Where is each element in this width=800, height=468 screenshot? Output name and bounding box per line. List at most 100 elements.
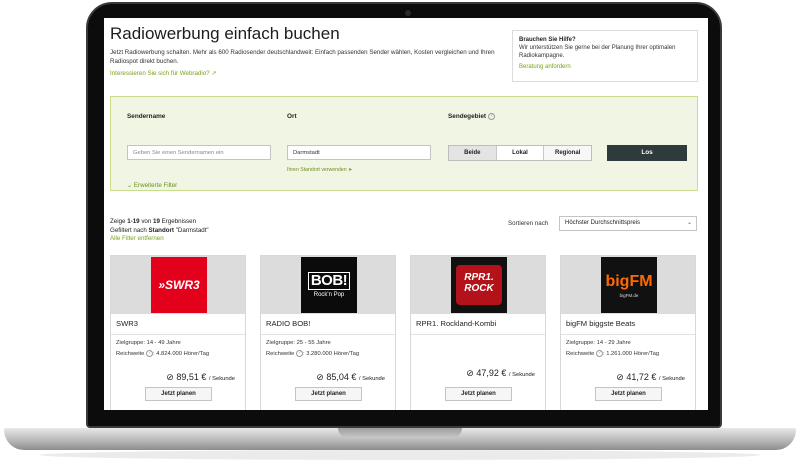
card-logo-area: RPR1. ROCK [411,256,545,314]
bigfm-logo-text: bigFM [605,272,653,290]
help-text: Wir unterstützen Sie gerne bei der Planu… [519,45,676,59]
ort-label: Ort [287,113,297,120]
help-title: Brauchen Sie Hilfe? [519,37,576,43]
plan-button[interactable]: Jetzt planen [295,387,362,401]
price-unit: / Sekunde [508,372,535,378]
price-value: 89,51 € [176,372,207,382]
price: ⊘ 41,72 € / Sekunde [616,372,685,383]
station-name: RPR1. Rockland-Kombi [416,319,497,328]
gebiet-segmented-control: Beide Lokal Regional [448,145,592,161]
card-logo-area: bigFM bigFM.de [561,256,695,314]
reach-label: Reichweite [266,351,295,357]
results-range: 1-19 [127,218,140,225]
gebiet-label-text: Sendegebiet [448,113,486,120]
results-info: Zeige 1-19 von 19 Ergebnissen Gefiltert … [110,218,209,244]
results-total: 19 [153,218,160,225]
swr3-logo: »SWR3 [151,257,207,313]
help-box: Brauchen Sie Hilfe? Wir unterstützen Sie… [512,30,698,82]
gebiet-option-beide[interactable]: Beide [449,146,497,160]
station-card[interactable]: »SWR3 SWR3 Zielgruppe: 14 - 49 Jahre Rei… [110,255,246,410]
average-price-icon: ⊘ [466,368,474,378]
bob-logo: BOB! Rock'n Pop [301,257,357,313]
info-icon[interactable]: ? [595,350,603,357]
locate-link-label: Ihren Standort verwenden [287,167,347,173]
price-unit: / Sekunde [208,376,235,382]
reach-value: 3.280.000 Hörer/Tag [306,351,360,357]
external-link-icon: ↗ [211,70,217,77]
station-card[interactable]: RPR1. ROCK RPR1. Rockland-Kombi ⊘ 47,92 … [410,255,546,410]
plan-button[interactable]: Jetzt planen [445,387,512,401]
consultation-link[interactable]: Beratung anfordern [519,63,691,71]
card-divider [561,334,695,335]
info-icon[interactable]: ? [145,350,153,357]
ort-input[interactable] [287,145,431,160]
card-logo-area: »SWR3 [111,256,245,314]
results-count-suffix: Ergebnissen [159,218,197,225]
webradio-link[interactable]: Interessieren Sie sich für Webradio? ↗ [110,70,217,77]
price-unit: / Sekunde [658,376,685,382]
station-name: RADIO BOB! [266,319,311,328]
webradio-link-label: Interessieren Sie sich für Webradio? [110,70,210,77]
results-filtered: Gefiltert nach Standort "Darmstadt" [110,227,209,236]
chevron-down-icon: ⌄ [686,220,692,226]
sender-input[interactable] [127,145,271,160]
info-icon[interactable]: ? [487,113,495,120]
advanced-filter-label: Erweiterte Filter [133,182,178,189]
price: ⊘ 47,92 € / Sekunde [466,368,535,379]
price-value: 41,72 € [626,372,657,382]
bob-logo-text: BOB! [307,272,351,290]
filtered-prefix: Gefiltert nach [110,226,149,234]
info-icon[interactable]: ? [295,350,303,357]
results-count-prefix: Zeige [110,218,128,225]
price-value: 85,04 € [326,372,357,382]
target-group: Zielgruppe: 14 - 49 Jahre [116,340,181,346]
gebiet-option-lokal[interactable]: Lokal [496,146,545,160]
average-price-icon: ⊘ [316,372,324,382]
reach: Reichweite ?: 4.824.000 Hörer/Tag [116,350,210,357]
sort-value: Höchster Durchschnittspreis [565,220,641,226]
price: ⊘ 85,04 € / Sekunde [316,372,385,383]
page-title: Radiowerbung einfach buchen [110,24,340,43]
submit-button[interactable]: Los [607,145,687,161]
reach-value: 4.824.000 Hörer/Tag [156,351,210,357]
target-group: Zielgruppe: 14 - 29 Jahre [566,340,631,346]
filtered-value: "Darmstadt" [173,226,209,234]
filtered-key: Standort [148,226,174,234]
plan-button[interactable]: Jetzt planen [595,387,662,401]
laptop-notch [338,428,462,438]
reach-value: 1.261.000 Hörer/Tag [606,351,660,357]
station-card[interactable]: BOB! Rock'n Pop RADIO BOB! Zielgruppe: 2… [260,255,396,410]
sender-label: Sendername [127,113,166,120]
card-divider [411,334,545,335]
price-unit: / Sekunde [358,376,385,382]
sort-select[interactable]: Höchster Durchschnittspreis ⌄ [559,216,697,231]
bob-logo-sub: Rock'n Pop [313,292,345,298]
sort-label: Sortieren nach [508,220,549,227]
card-divider [261,334,395,335]
reach: Reichweite ?: 1.261.000 Hörer/Tag [566,350,660,357]
results-count-mid: von [139,218,154,225]
card-divider [111,334,245,335]
filter-panel: Sendername Ort Ihren Standort verwenden … [110,96,698,191]
bigfm-logo: bigFM bigFM.de [601,257,657,313]
results-count: Zeige 1-19 von 19 Ergebnissen [110,218,209,227]
rpr1-logo-text: RPR1. ROCK [456,265,502,305]
locate-link[interactable]: Ihren Standort verwenden ➤ [287,167,353,173]
gebiet-option-regional[interactable]: Regional [544,146,591,160]
target-group: Zielgruppe: 25 - 55 Jahre [266,340,331,346]
locate-arrow-icon: ➤ [348,167,353,173]
reach: Reichweite ?: 3.280.000 Hörer/Tag [266,350,360,357]
average-price-icon: ⊘ [166,372,174,382]
price: ⊘ 89,51 € / Sekunde [166,372,235,383]
plan-button[interactable]: Jetzt planen [145,387,212,401]
remove-filters-link[interactable]: Alle Filter entfernen [110,235,164,242]
price-value: 47,92 € [476,368,507,378]
rpr1-logo: RPR1. ROCK [451,257,507,313]
reach-label: Reichweite [116,351,145,357]
advanced-filter-toggle[interactable]: ⌄ Erweiterte Filter [127,182,177,189]
screen: Radiowerbung einfach buchen Jetzt Radiow… [104,18,708,410]
swr3-logo-text: »SWR3 [158,278,200,292]
station-card[interactable]: bigFM bigFM.de bigFM biggste Beats Zielg… [560,255,696,410]
card-logo-area: BOB! Rock'n Pop [261,256,395,314]
intro-text: Jetzt Radiowerbung schalten. Mehr als 60… [110,49,495,65]
